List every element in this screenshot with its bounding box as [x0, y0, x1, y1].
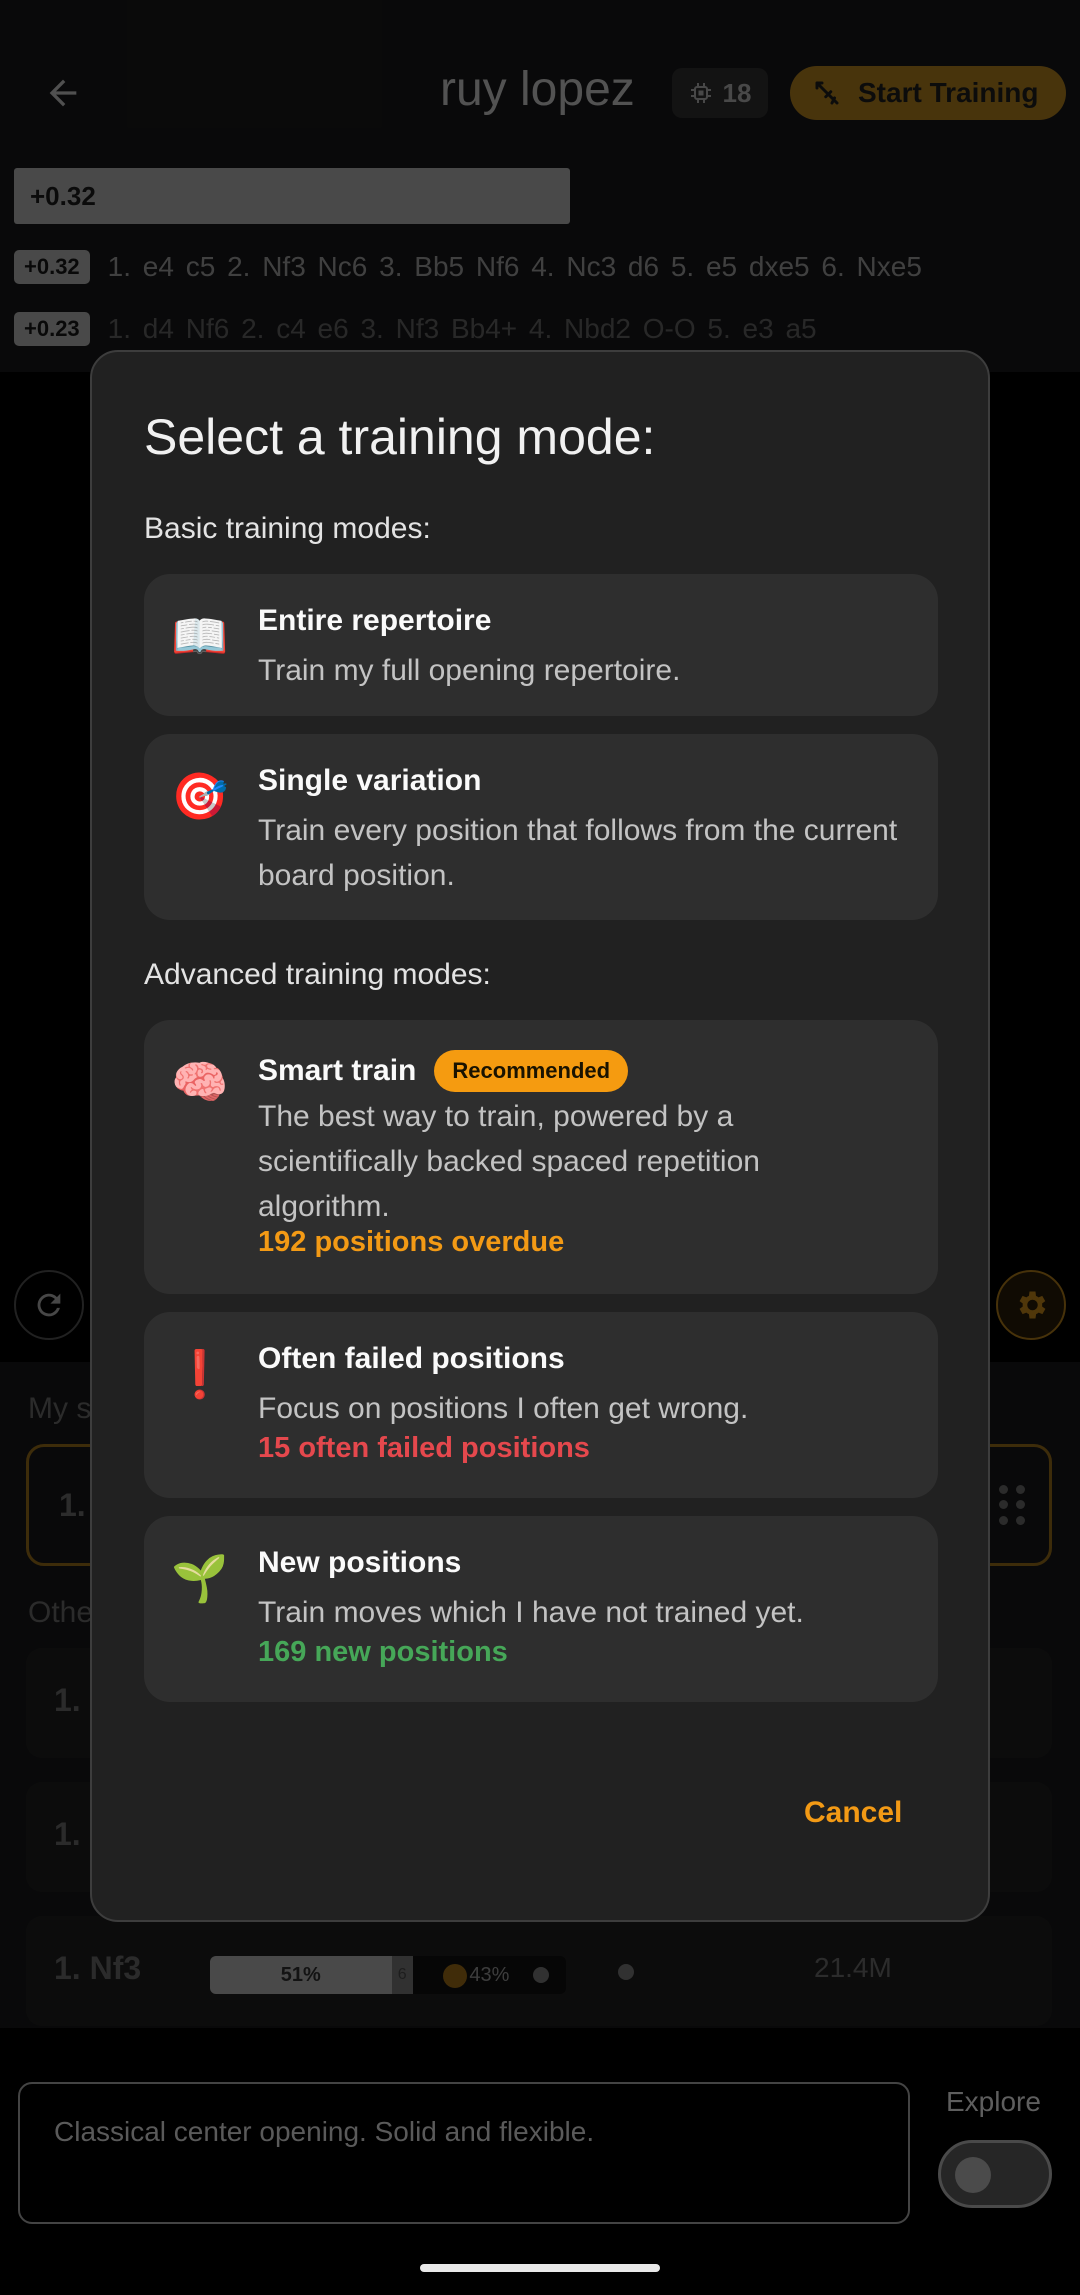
- option-often-failed[interactable]: ❗ Often failed positions Focus on positi…: [144, 1312, 938, 1498]
- explore-toggle[interactable]: [938, 2140, 1052, 2208]
- open-book-icon: 📖: [171, 610, 229, 662]
- toggle-knob: [955, 2157, 991, 2193]
- bottom-bar: Classical center opening. Solid and flex…: [0, 2028, 1080, 2295]
- option-description: Train every position that follows from t…: [258, 814, 898, 892]
- basic-modes-label: Basic training modes:: [144, 512, 431, 545]
- option-title: Often failed positions: [258, 1342, 565, 1375]
- seedling-icon: 🌱: [171, 1552, 229, 1604]
- option-title: Single variation: [258, 764, 482, 797]
- advanced-modes-label: Advanced training modes:: [144, 958, 491, 991]
- option-description: Train my full opening repertoire.: [258, 654, 681, 687]
- option-single-variation[interactable]: 🎯 Single variation Train every position …: [144, 734, 938, 920]
- training-mode-dialog: Select a training mode: Basic training m…: [90, 350, 990, 1922]
- new-count: 169 new positions: [258, 1636, 508, 1668]
- target-icon: 🎯: [171, 770, 229, 822]
- explore-label: Explore: [946, 2086, 1041, 2117]
- option-new-positions[interactable]: 🌱 New positions Train moves which I have…: [144, 1516, 938, 1702]
- option-smart-train[interactable]: 🧠 Smart train Recommended The best way t…: [144, 1020, 938, 1294]
- recommended-badge: Recommended: [434, 1050, 629, 1092]
- overdue-count: 192 positions overdue: [258, 1226, 565, 1258]
- home-indicator[interactable]: [420, 2264, 660, 2272]
- failed-count: 15 often failed positions: [258, 1432, 590, 1464]
- option-title: Entire repertoire: [258, 604, 492, 637]
- exclamation-icon: ❗: [171, 1348, 229, 1400]
- option-description: The best way to train, powered by a scie…: [258, 1100, 760, 1223]
- option-description: Train moves which I have not trained yet…: [258, 1596, 804, 1629]
- notes-field[interactable]: Classical center opening. Solid and flex…: [18, 2082, 910, 2224]
- option-description: Focus on positions I often get wrong.: [258, 1392, 749, 1425]
- dialog-title: Select a training mode:: [144, 409, 656, 465]
- brain-icon: 🧠: [171, 1056, 229, 1108]
- option-entire-repertoire[interactable]: 📖 Entire repertoire Train my full openin…: [144, 574, 938, 716]
- cancel-button[interactable]: Cancel: [804, 1796, 902, 1830]
- option-title: New positions: [258, 1546, 462, 1579]
- option-title: Smart train: [258, 1054, 417, 1087]
